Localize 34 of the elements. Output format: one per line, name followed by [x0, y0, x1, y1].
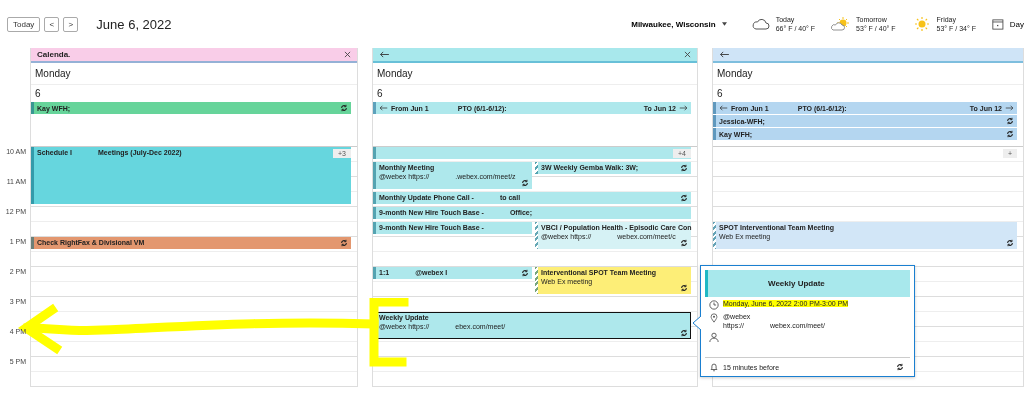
- day-name: Monday: [31, 63, 357, 85]
- event-edge: [373, 267, 376, 279]
- person-icon: [709, 332, 719, 342]
- caret-icon: [721, 22, 727, 26]
- location-dropdown[interactable]: Milwaukee, Wisconsin: [625, 18, 733, 30]
- day-name: Monday: [713, 63, 1023, 85]
- popup-title: Weekly Update: [705, 270, 910, 297]
- date-title: June 6, 2022: [96, 16, 172, 32]
- close-icon[interactable]: [344, 51, 351, 58]
- day-name: Monday: [373, 63, 697, 85]
- previous-button[interactable]: <: [44, 16, 60, 32]
- event-edge: [31, 147, 34, 204]
- calendar-name: Calenda.: [37, 50, 71, 59]
- event-edge: [373, 192, 376, 204]
- event-edge: [373, 222, 376, 234]
- day-number: 6: [376, 87, 384, 101]
- clock-icon: [709, 300, 719, 310]
- right-arrow-icon: [1005, 105, 1014, 111]
- event-edge: [31, 237, 34, 249]
- view-button[interactable]: Day: [992, 17, 1024, 31]
- location-pin-icon: [709, 313, 719, 323]
- event-edge: [373, 147, 376, 159]
- day-number: 6: [34, 87, 42, 101]
- right-arrow-icon: [679, 105, 688, 111]
- close-icon[interactable]: [684, 51, 691, 58]
- event-edge: [373, 162, 376, 189]
- next-button[interactable]: >: [63, 16, 79, 32]
- back-arrow-icon[interactable]: [719, 51, 730, 58]
- event-edge: [373, 207, 376, 219]
- calendar-icon: [992, 17, 1004, 31]
- day-number: 6: [716, 87, 724, 101]
- today-button[interactable]: Today: [7, 16, 41, 32]
- bell-icon: [709, 362, 719, 372]
- back-arrow-icon[interactable]: [379, 51, 390, 58]
